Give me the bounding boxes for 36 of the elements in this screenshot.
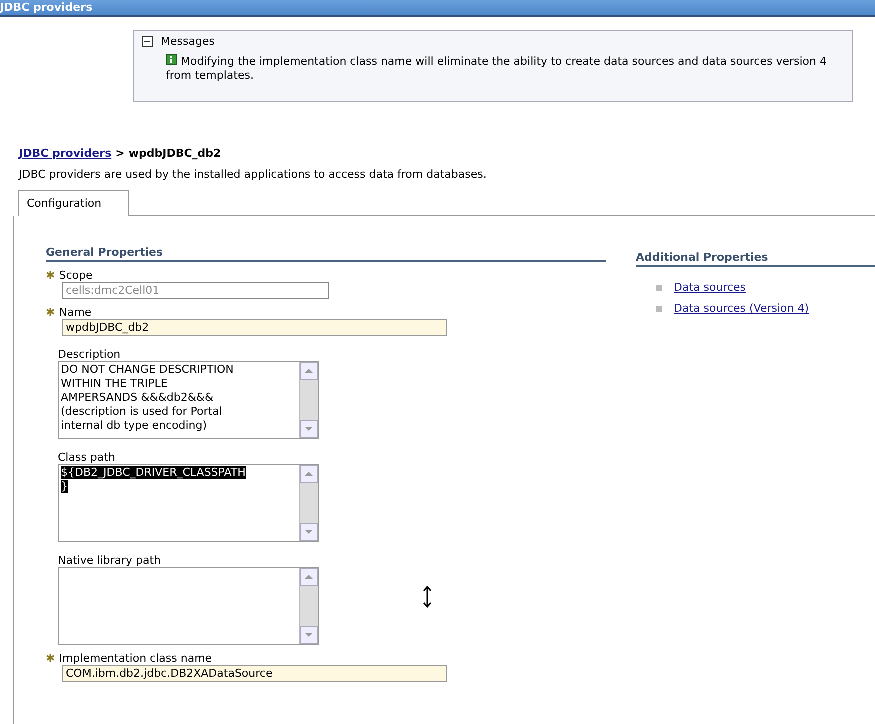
info-icon xyxy=(166,54,178,66)
bullet-icon xyxy=(656,306,662,312)
collapse-icon[interactable] xyxy=(142,36,153,47)
text-area[interactable]: DO NOT CHANGE DESCRIPTION WITHIN THE TRIPLE AMPERSANDS &&&db2&&& (description is used for Portal internal db type encoding) xyxy=(58,361,319,439)
breadcrumb-current: wpdbJDBC_db2 xyxy=(128,147,222,160)
field-label: Class path xyxy=(58,451,116,464)
scroll-down-icon[interactable] xyxy=(300,626,318,644)
scroll-down-icon[interactable] xyxy=(300,420,318,438)
breadcrumb-separator: > xyxy=(116,147,125,160)
scroll-down-icon[interactable] xyxy=(300,523,318,541)
field-label: Description xyxy=(58,348,121,361)
property-link[interactable]: Data sources xyxy=(674,281,746,294)
section-heading: General Properties xyxy=(46,246,606,262)
text-field[interactable]: COM.ibm.db2.jdbc.DB2XADataSource xyxy=(62,665,447,682)
required-mark: ✱ xyxy=(46,652,56,665)
messages-heading: Messages xyxy=(161,35,215,48)
scroll-up-icon[interactable] xyxy=(300,568,318,586)
field-label: Name xyxy=(59,306,92,319)
required-mark: ✱ xyxy=(46,269,56,282)
scroll-up-icon[interactable] xyxy=(300,465,318,483)
text-field[interactable]: wpdbJDBC_db2 xyxy=(62,319,447,336)
field-label: Native library path xyxy=(58,554,162,567)
tab[interactable]: Configuration xyxy=(18,190,129,216)
text-area[interactable]: ${DB2_JDBC_DRIVER_CLASSPATH } xyxy=(58,464,319,542)
field-label: Implementation class name xyxy=(59,652,212,665)
bullet-icon xyxy=(656,284,662,290)
required-mark: ✱ xyxy=(46,306,56,319)
info-text: Modifying the implementation class name will eliminate the ability to create data sources and data sources version 4 from templates. xyxy=(166,54,828,83)
property-link[interactable]: Data sources (Version 4) xyxy=(674,302,810,315)
breadcrumb-link[interactable]: JDBC providers xyxy=(19,147,112,160)
section-heading: Additional Properties xyxy=(636,251,875,267)
field-label: Scope xyxy=(59,269,93,282)
text-area[interactable] xyxy=(58,567,319,645)
page-description: JDBC providers are used by the installed applications to access data from databases. xyxy=(19,168,488,181)
scroll-up-icon[interactable] xyxy=(300,362,318,380)
resize-cursor-icon xyxy=(423,586,432,608)
